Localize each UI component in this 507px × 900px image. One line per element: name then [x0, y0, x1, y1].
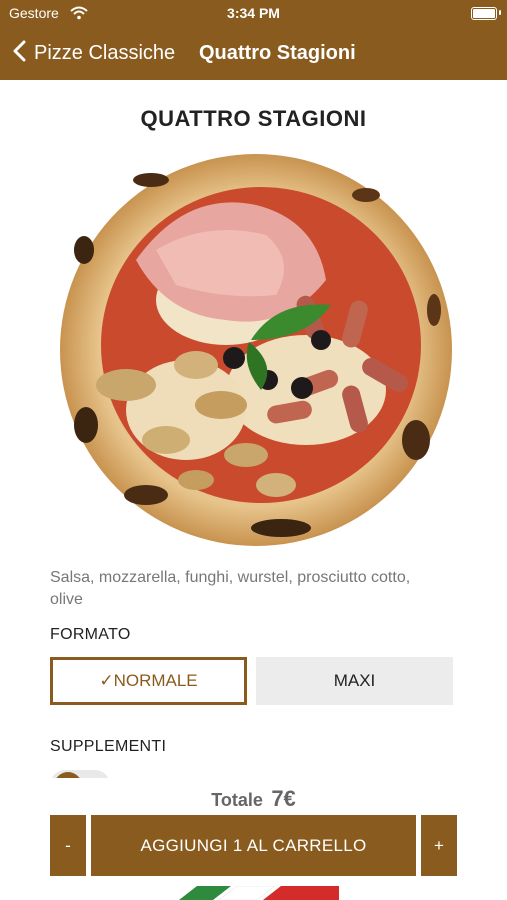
product-description: Salsa, mozzarella, funghi, wurstel, pros… [50, 569, 411, 608]
product-title: QUATTRO STAGIONI [140, 106, 367, 131]
pizza-image [56, 150, 456, 550]
italian-flag-logo [179, 886, 339, 900]
status-bar: Gestore 3:34 PM [0, 0, 507, 26]
formato-label: FORMATO [50, 626, 131, 643]
supplementi-label: SUPPLEMENTI [50, 738, 167, 755]
total-row: Totale 7€ [0, 786, 507, 812]
decrease-quantity-button[interactable]: - [50, 815, 86, 876]
back-label: Pizze Classiche [34, 41, 176, 64]
chevron-left-icon [12, 40, 26, 67]
formato-option-normale[interactable]: ✓NORMALE [50, 657, 247, 705]
nav-title: Quattro Stagioni [199, 42, 356, 64]
navigation-bar: Pizze Classiche Quattro Stagioni [0, 26, 507, 80]
total-value: 7€ [271, 786, 296, 811]
battery-icon [471, 7, 497, 20]
back-button[interactable]: Pizze Classiche [12, 38, 175, 68]
add-to-cart-button[interactable]: AGGIUNGI 1 AL CARRELLO [91, 815, 416, 876]
increase-quantity-button[interactable]: + [421, 815, 457, 876]
battery-tip [499, 10, 501, 15]
formato-option-maxi[interactable]: MAXI [256, 657, 453, 705]
total-label: Totale [211, 790, 263, 810]
clock: 3:34 PM [227, 5, 280, 21]
